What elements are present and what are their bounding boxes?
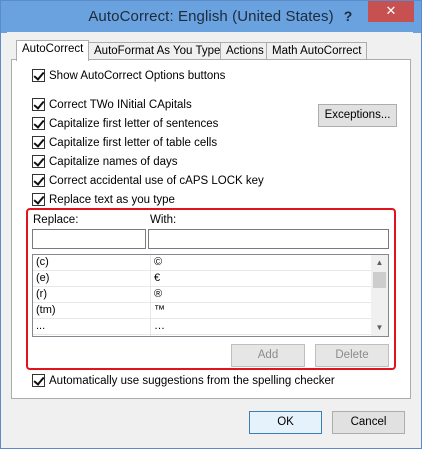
capitalize-table-cells-label: Capitalize first letter of table cells bbox=[49, 136, 218, 149]
two-initial-caps-label: Correct TWo INitial CApitals bbox=[49, 98, 192, 111]
help-button[interactable]: ? bbox=[337, 7, 359, 25]
spelling-suggestions-option[interactable]: Automatically use suggestions from the s… bbox=[32, 373, 335, 388]
with-label: With: bbox=[150, 214, 177, 226]
close-button[interactable]: ✕ bbox=[368, 1, 414, 22]
replace-input[interactable] bbox=[32, 229, 146, 249]
delete-button[interactable]: Delete bbox=[315, 344, 389, 367]
capitalize-table-cells-option[interactable]: Capitalize first letter of table cells bbox=[32, 135, 217, 150]
capitalize-sentences-label: Capitalize first letter of sentences bbox=[49, 117, 219, 130]
list-scrollbar[interactable]: ▲ ▼ bbox=[371, 255, 388, 336]
with-cell: © bbox=[154, 256, 163, 268]
tab-actions[interactable]: Actions bbox=[220, 42, 270, 60]
checkbox-checked-icon[interactable] bbox=[32, 136, 45, 149]
with-cell: … bbox=[154, 320, 165, 332]
caps-lock-option[interactable]: Correct accidental use of cAPS LOCK key bbox=[32, 173, 264, 188]
scroll-thumb[interactable] bbox=[373, 272, 386, 288]
ok-button[interactable]: OK bbox=[249, 411, 322, 434]
with-cell: ™ bbox=[154, 304, 165, 316]
checkbox-checked-icon[interactable] bbox=[32, 374, 45, 387]
spelling-suggestions-label: Automatically use suggestions from the s… bbox=[49, 374, 335, 387]
replace-cell: (r) bbox=[36, 288, 47, 300]
add-button[interactable]: Add bbox=[231, 344, 305, 367]
capitalize-sentences-option[interactable]: Capitalize first letter of sentences bbox=[32, 116, 218, 131]
replace-text-label: Replace text as you type bbox=[49, 193, 175, 206]
checkbox-checked-icon[interactable] bbox=[32, 98, 45, 111]
show-buttons-label: Show AutoCorrect Options buttons bbox=[49, 69, 226, 82]
replace-cell: (tm) bbox=[36, 304, 56, 316]
list-item[interactable]: (c) © bbox=[33, 255, 371, 271]
scroll-down-arrow-icon[interactable]: ▼ bbox=[371, 320, 388, 336]
list-item[interactable]: (e) € bbox=[33, 271, 371, 287]
show-buttons-option[interactable]: Show AutoCorrect Options buttons bbox=[32, 68, 225, 83]
checkbox-checked-icon[interactable] bbox=[32, 193, 45, 206]
exceptions-button[interactable]: Exceptions... bbox=[318, 104, 397, 127]
checkbox-checked-icon[interactable] bbox=[32, 155, 45, 168]
cancel-button[interactable]: Cancel bbox=[332, 411, 405, 434]
checkbox-checked-icon[interactable] bbox=[32, 69, 45, 82]
tab-autoformat-as-you-type[interactable]: AutoFormat As You Type bbox=[88, 42, 227, 60]
caps-lock-label: Correct accidental use of cAPS LOCK key bbox=[49, 174, 264, 187]
replace-label: Replace: bbox=[33, 214, 79, 226]
scroll-up-arrow-icon[interactable]: ▲ bbox=[371, 255, 388, 271]
replace-cell: (e) bbox=[36, 272, 50, 284]
with-input[interactable] bbox=[148, 229, 389, 249]
tab-autocorrect[interactable]: AutoCorrect bbox=[16, 40, 90, 61]
title-bar[interactable]: AutoCorrect: English (United States) ? ✕ bbox=[1, 1, 421, 33]
capitalize-days-label: Capitalize names of days bbox=[49, 155, 178, 168]
replacement-list[interactable]: (c) © (e) € (r) ® (tm) ™ ... … ▲ ▼ bbox=[32, 254, 389, 337]
list-item[interactable]: (tm) ™ bbox=[33, 303, 371, 319]
two-initial-caps-option[interactable]: Correct TWo INitial CApitals bbox=[32, 97, 192, 112]
list-item[interactable]: (r) ® bbox=[33, 287, 371, 303]
with-cell: ® bbox=[154, 288, 163, 300]
with-cell: € bbox=[154, 272, 161, 284]
replace-cell: ... bbox=[36, 320, 46, 332]
checkbox-checked-icon[interactable] bbox=[32, 117, 45, 130]
capitalize-days-option[interactable]: Capitalize names of days bbox=[32, 154, 177, 169]
tab-math-autocorrect[interactable]: Math AutoCorrect bbox=[266, 42, 368, 60]
list-item[interactable]: ... … bbox=[33, 319, 371, 335]
replace-cell: (c) bbox=[36, 256, 49, 268]
replace-text-option[interactable]: Replace text as you type bbox=[32, 192, 175, 207]
checkbox-checked-icon[interactable] bbox=[32, 174, 45, 187]
